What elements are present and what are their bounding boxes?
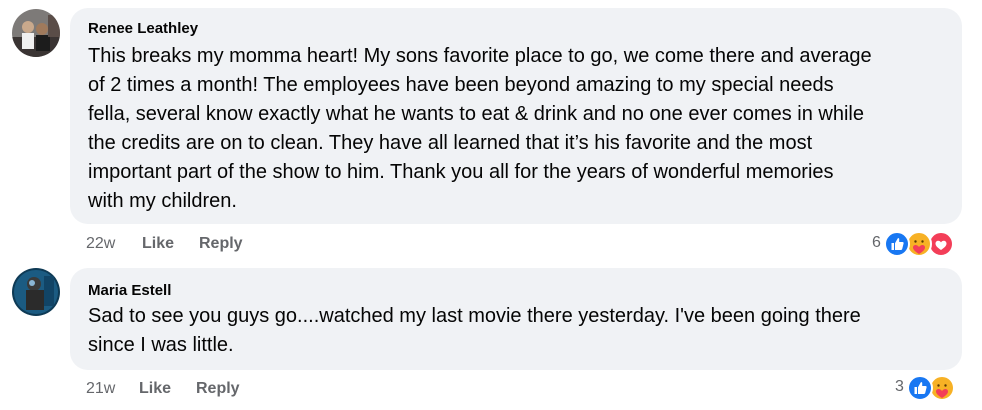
- comment-text-line: Sad to see you guys go....watched my las…: [88, 305, 861, 327]
- like-icon: [907, 375, 933, 401]
- avatar-photo: [12, 9, 60, 57]
- like-icon: [884, 231, 910, 257]
- comment-text-line: since I was little.: [88, 334, 234, 356]
- comment-text-line: important part of the show to him. Thank…: [88, 161, 834, 183]
- reply-button[interactable]: Reply: [199, 235, 243, 253]
- comment-text-line: the credits are on to clean. They have a…: [88, 132, 813, 154]
- like-button[interactable]: Like: [139, 380, 171, 398]
- comment-text-line: with my children.: [88, 190, 237, 212]
- reaction-summary[interactable]: 3: [895, 375, 963, 401]
- comment-author[interactable]: Maria Estell: [88, 282, 171, 299]
- reaction-summary[interactable]: 6: [872, 231, 962, 257]
- like-button[interactable]: Like: [142, 235, 174, 253]
- comment-timestamp[interactable]: 21w: [86, 380, 115, 398]
- comment-bubble: Renee Leathley This breaks my momma hear…: [70, 8, 962, 224]
- reaction-count: 6: [872, 234, 881, 251]
- comment-timestamp[interactable]: 22w: [86, 235, 115, 253]
- comment-text: Sad to see you guys go....watched my las…: [88, 302, 861, 360]
- comment-author[interactable]: Renee Leathley: [88, 20, 198, 37]
- comment-text-line: of 2 times a month! The employees have b…: [88, 74, 834, 96]
- reply-button[interactable]: Reply: [196, 380, 240, 398]
- reaction-count: 3: [895, 378, 904, 395]
- comment-text-line: fella, several know exactly what he want…: [88, 103, 864, 125]
- avatar[interactable]: [12, 9, 60, 57]
- comment-text-line: This breaks my momma heart! My sons favo…: [88, 45, 872, 67]
- comment-bubble: Maria Estell Sad to see you guys go....w…: [70, 268, 962, 370]
- comment-text: This breaks my momma heart! My sons favo…: [88, 42, 872, 216]
- avatar[interactable]: [12, 268, 60, 316]
- avatar-photo: [12, 268, 60, 316]
